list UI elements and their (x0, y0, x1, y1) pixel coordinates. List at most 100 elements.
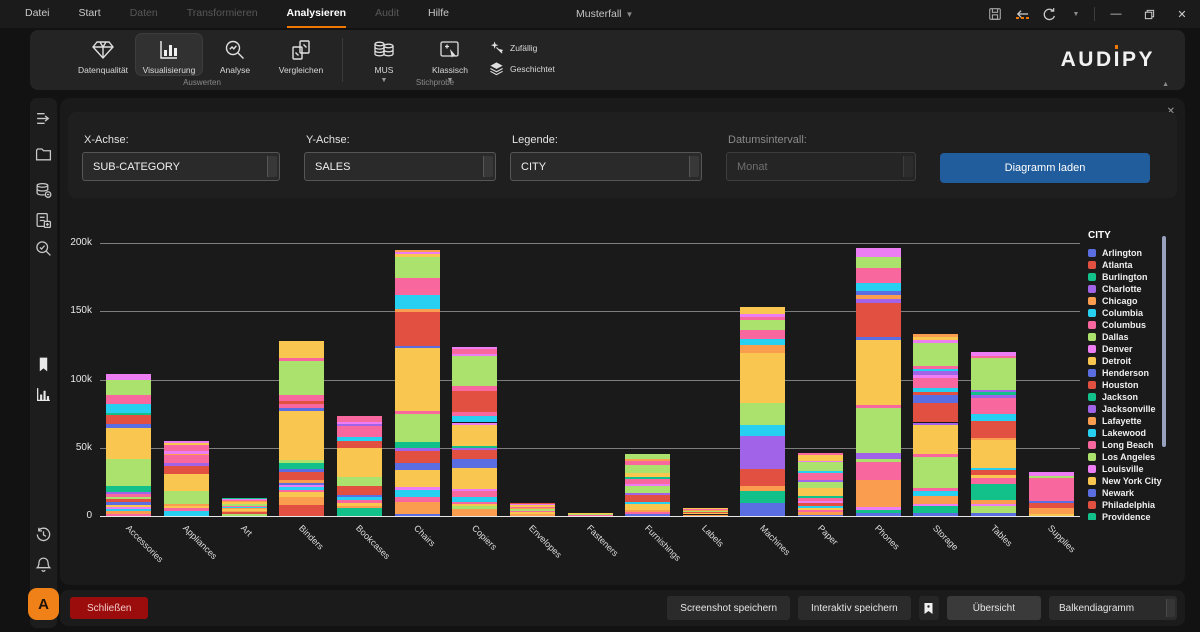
bar-segment-tables-jackson[interactable] (971, 484, 1016, 500)
bar-segment-phones-dallas[interactable] (856, 257, 901, 267)
bar-segment-copiers-long-beach[interactable] (452, 491, 497, 497)
save-screenshot-button[interactable]: Screenshot speichern (667, 596, 790, 620)
bar-segment-storage-atlanta[interactable] (913, 403, 958, 422)
legend-item-arlington[interactable]: Arlington (1088, 247, 1168, 259)
bar-segment-storage-lakewood[interactable] (913, 491, 958, 496)
bar-segment-chairs-newark[interactable] (395, 346, 440, 348)
bar-segment-furnishings-burlington[interactable] (625, 477, 670, 479)
bar-segment-labels-detroit[interactable] (683, 513, 728, 514)
bar-segment-binders-columbia[interactable] (279, 487, 324, 489)
bar-segment-chairs-detroit[interactable] (395, 254, 440, 257)
bar-segment-furnishings-jacksonville[interactable] (625, 493, 670, 495)
sidebar-item-expand[interactable] (35, 110, 52, 127)
bar-segment-machines-detroit[interactable] (740, 307, 785, 314)
bar-segment-tables-chicago[interactable] (971, 438, 1016, 441)
bar-segment-art-detroit[interactable] (222, 509, 267, 511)
bar-segment-phones-lafayette[interactable] (856, 480, 901, 507)
bar-segment-furnishings-dallas[interactable] (625, 454, 670, 459)
bar-segment-tables-new-york-city[interactable] (971, 440, 1016, 467)
bar-segment-bookcases-long-beach[interactable] (337, 416, 382, 421)
bar-segment-chairs-new-york-city[interactable] (395, 348, 440, 411)
bar-segment-tables-philadelphia[interactable] (971, 421, 1016, 424)
bar-segment-machines-lafayette[interactable] (740, 345, 785, 353)
bar-segment-tables-atlanta[interactable] (971, 470, 1016, 475)
menu-item-analysieren[interactable]: Analysieren (287, 0, 347, 28)
bar-segment-appliances-long-beach[interactable] (164, 455, 209, 463)
bar-segment-tables-columbus[interactable] (971, 481, 1016, 484)
bar-segment-supplies-lafayette[interactable] (1029, 508, 1074, 513)
bar-segment-bookcases-dallas[interactable] (337, 477, 382, 487)
bar-segment-phones-long-beach[interactable] (856, 462, 901, 480)
bar-segment-copiers-denver[interactable] (452, 347, 497, 349)
bar-segment-machines-lakewood[interactable] (740, 339, 785, 345)
bar-segment-accessories-columbus[interactable] (106, 395, 151, 403)
bar-segment-furnishings-columbus[interactable] (625, 461, 670, 464)
bar-segment-accessories-chicago[interactable] (106, 511, 151, 514)
reset-dropdown-caret[interactable]: ▼ (1067, 5, 1085, 23)
legend-item-lakewood[interactable]: Lakewood (1088, 427, 1168, 439)
legend-item-lafayette[interactable]: Lafayette (1088, 415, 1168, 427)
bar-segment-paper-burlington[interactable] (798, 496, 843, 498)
bar-segment-labels-dallas[interactable] (683, 511, 728, 512)
bar-segment-bookcases-arlington[interactable] (337, 495, 382, 497)
legend-item-philadelphia[interactable]: Philadelphia (1088, 499, 1168, 511)
bar-segment-appliances-detroit[interactable] (164, 443, 209, 445)
bar-segment-art-new-york-city[interactable] (222, 502, 267, 503)
bar-segment-appliances-denver[interactable] (164, 451, 209, 454)
bar-segment-envelopes-columbus[interactable] (510, 511, 555, 512)
minimize-button[interactable]: — (1104, 0, 1128, 28)
bar-segment-labels-long-beach[interactable] (683, 509, 728, 510)
bar-segment-storage-jacksonville[interactable] (913, 371, 958, 375)
bar-segment-storage-charlotte[interactable] (913, 423, 958, 426)
bar-segment-furnishings-long-beach[interactable] (625, 479, 670, 484)
ribbon-button-vergleichen[interactable]: Vergleichen (268, 34, 334, 75)
bar-segment-copiers-dallas[interactable] (452, 356, 497, 386)
bar-segment-accessories-burlington[interactable] (106, 413, 151, 415)
save-button[interactable] (986, 5, 1004, 23)
ribbon-button-mus[interactable]: MUS ▼ (351, 34, 417, 83)
bar-segment-envelopes-dallas[interactable] (510, 509, 555, 511)
sidebar-item-files[interactable] (35, 146, 52, 163)
bar-segment-tables-chicago[interactable] (971, 500, 1016, 503)
legend-item-detroit[interactable]: Detroit (1088, 355, 1168, 367)
bar-segment-binders-atlanta[interactable] (279, 505, 324, 516)
bar-segment-phones-columbus[interactable] (856, 268, 901, 283)
bar-segment-chairs-detroit[interactable] (395, 470, 440, 487)
bar-segment-furnishings-atlanta[interactable] (625, 495, 670, 503)
bar-segment-tables-los-angeles[interactable] (971, 358, 1016, 389)
bar-segment-paper-detroit[interactable] (798, 455, 843, 460)
bar-segment-binders-jackson[interactable] (279, 463, 324, 470)
bar-segment-accessories-jackson[interactable] (106, 486, 151, 492)
bar-segment-labels-atlanta[interactable] (683, 512, 728, 513)
bar-segment-appliances-lakewood[interactable] (164, 511, 209, 516)
bar-segment-binders-los-angeles[interactable] (279, 361, 324, 395)
overview-button[interactable]: Übersicht (947, 596, 1041, 620)
ribbon-button-klassisch[interactable]: Klassisch ▼ (417, 34, 483, 83)
bar-segment-phones-denver[interactable] (856, 507, 901, 510)
bar-segment-copiers-philadelphia[interactable] (452, 391, 497, 411)
bar-segment-bookcases-columbia[interactable] (337, 497, 382, 500)
bar-segment-art-columbia[interactable] (222, 507, 267, 508)
bar-segment-binders-columbus[interactable] (279, 395, 324, 402)
bar-segment-accessories-dallas[interactable] (106, 380, 151, 395)
legend-item-providence[interactable]: Providence (1088, 511, 1168, 520)
reset-button[interactable] (1040, 5, 1058, 23)
bar-segment-binders-columbus[interactable] (279, 490, 324, 492)
bar-segment-tables-arlington[interactable] (971, 513, 1016, 516)
bar-segment-paper-denver[interactable] (798, 501, 843, 503)
bar-segment-accessories-arlington[interactable] (106, 502, 151, 504)
bar-segment-binders-denver[interactable] (279, 485, 324, 487)
bar-segment-furnishings-columbus[interactable] (625, 512, 670, 514)
bar-segment-storage-columbia[interactable] (913, 388, 958, 392)
bar-segment-appliances-columbus[interactable] (164, 508, 209, 510)
bar-segment-copiers-columbia[interactable] (452, 416, 497, 423)
undo-button[interactable] (1013, 5, 1031, 23)
bar-segment-binders-arlington[interactable] (279, 483, 324, 485)
bar-segment-phones-new-york-city[interactable] (856, 340, 901, 406)
save-interactive-button[interactable]: Interaktiv speichern (798, 596, 911, 620)
bar-segment-accessories-henderson[interactable] (106, 424, 151, 427)
bar-segment-tables-charlotte[interactable] (971, 395, 1016, 398)
bar-segment-art-los-angeles[interactable] (222, 504, 267, 506)
bar-segment-envelopes-lafayette[interactable] (510, 508, 555, 509)
bar-segment-phones-henderson[interactable] (856, 291, 901, 295)
